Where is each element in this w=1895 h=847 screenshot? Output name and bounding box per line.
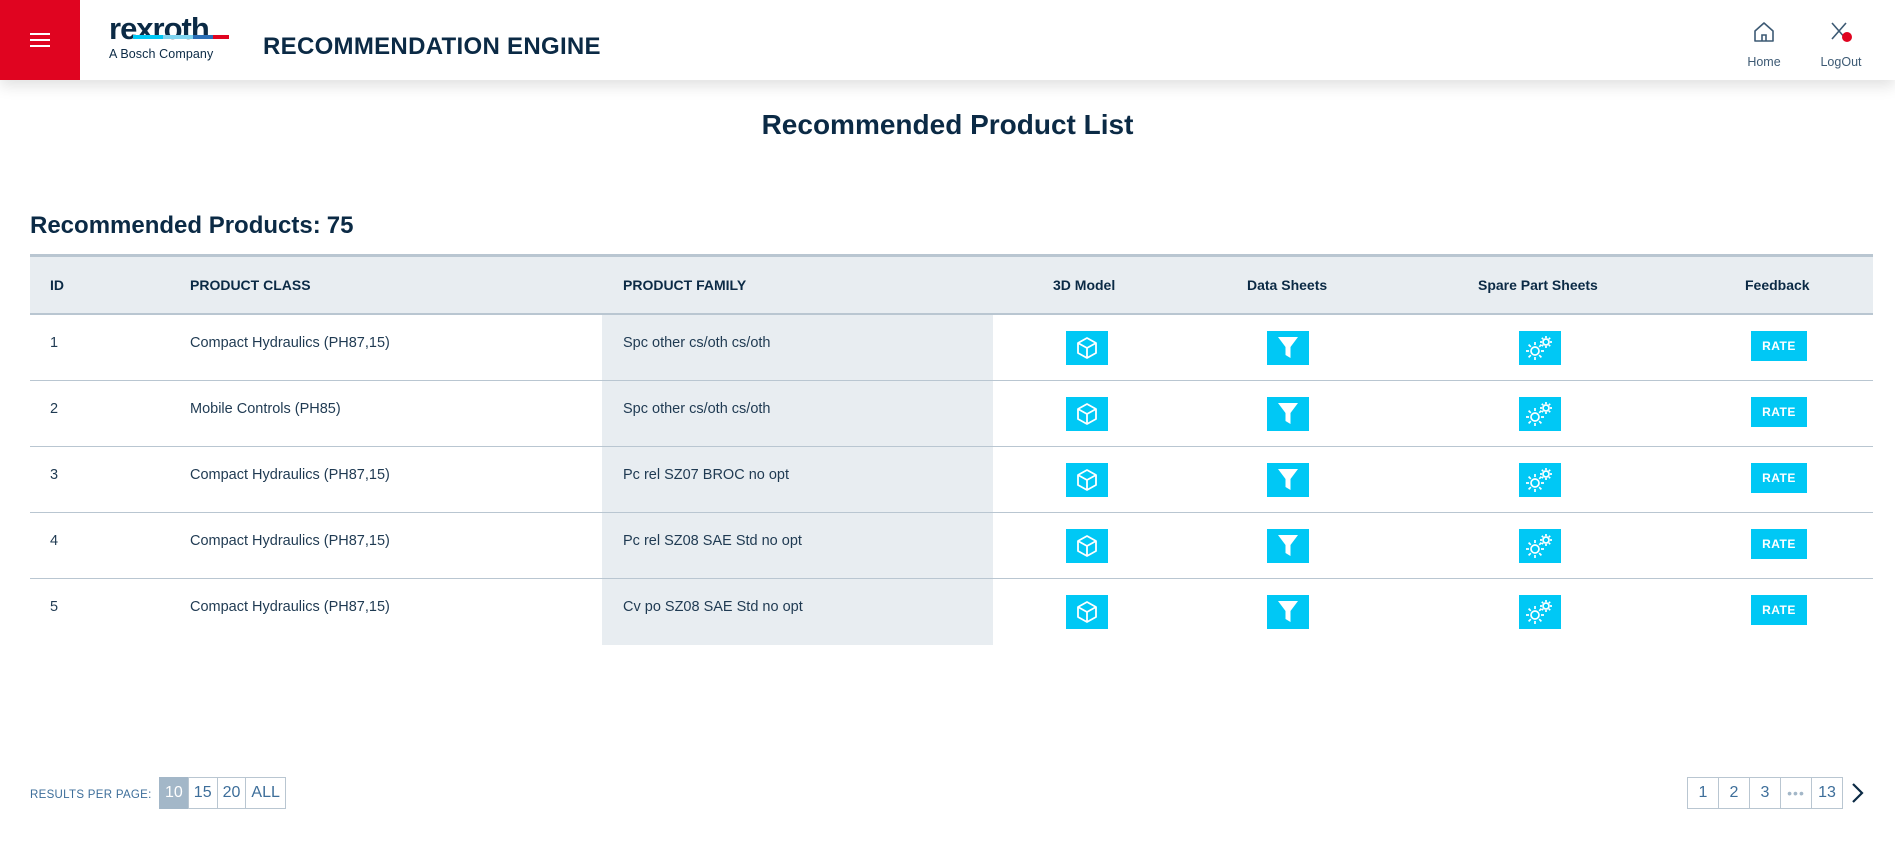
recommended-count: Recommended Products: 75 (30, 212, 353, 240)
recommended-count-label: Recommended Products: (30, 212, 321, 239)
cell-product-class: Compact Hydraulics (PH87,15) (190, 599, 390, 615)
cell-id: 4 (50, 533, 59, 549)
app-title: RECOMMENDATION ENGINE (263, 33, 601, 60)
table-row: 5 Compact Hydraulics (PH87,15) Cv po SZ08 … (30, 579, 1873, 645)
col-header-data-sheets: Data Sheets (1247, 277, 1328, 293)
data-sheet-button[interactable] (1267, 595, 1309, 629)
page-13-button[interactable]: 13 (1811, 777, 1843, 809)
logo-stripe (133, 35, 229, 39)
spare-part-sheet-button[interactable] (1519, 529, 1561, 563)
table-row: 2 Mobile Controls (PH85) Spc other cs/oth … (30, 381, 1873, 447)
page-3-button[interactable]: 3 (1749, 777, 1781, 809)
cube-icon (1075, 402, 1099, 426)
col-header-id[interactable]: ID (50, 277, 64, 293)
cell-id: 1 (50, 335, 59, 351)
funnel-icon (1276, 533, 1300, 559)
funnel-icon (1276, 467, 1300, 493)
page-2-button[interactable]: 2 (1718, 777, 1750, 809)
recommended-count-value: 75 (326, 212, 354, 239)
nav-logout[interactable]: LogOut (1811, 20, 1871, 69)
table-body: 1 Compact Hydraulics (PH87,15) Spc other c… (30, 315, 1873, 645)
3d-model-button[interactable] (1066, 397, 1108, 431)
cell-product-class: Compact Hydraulics (PH87,15) (190, 533, 390, 549)
cube-icon (1075, 468, 1099, 492)
gears-icon (1525, 466, 1555, 494)
chevron-right-icon (1852, 783, 1864, 803)
page-ellipsis: ••• (1780, 777, 1812, 809)
results-per-page-selector: 10 15 20 ALL (159, 777, 286, 809)
next-page-button[interactable] (1847, 780, 1869, 806)
table-header: ID PRODUCT CLASS PRODUCT FAMILY 3D Model… (30, 254, 1873, 315)
rpp-option-15[interactable]: 15 (187, 777, 218, 809)
cube-icon (1075, 600, 1099, 624)
data-sheet-button[interactable] (1267, 463, 1309, 497)
data-sheet-button[interactable] (1267, 397, 1309, 431)
pagination: 1 2 3 ••• 13 (1687, 777, 1843, 809)
page-1-button[interactable]: 1 (1687, 777, 1719, 809)
cell-id: 3 (50, 467, 59, 483)
table-row: 1 Compact Hydraulics (PH87,15) Spc other c… (30, 315, 1873, 381)
spare-part-sheet-button[interactable] (1519, 331, 1561, 365)
cell-product-class: Compact Hydraulics (PH87,15) (190, 335, 390, 351)
rpp-option-all[interactable]: ALL (245, 777, 286, 809)
cell-product-family: Spc other cs/oth cs/oth (623, 401, 771, 417)
cell-product-family: Pc rel SZ08 SAE Std no opt (623, 533, 802, 549)
col-header-3d-model: 3D Model (1053, 277, 1116, 293)
rpp-option-10[interactable]: 10 (159, 777, 189, 809)
rexroth-logo[interactable]: rexroth A Bosch Company (109, 11, 229, 64)
nav-home[interactable]: Home (1734, 20, 1794, 69)
products-table: ID PRODUCT CLASS PRODUCT FAMILY 3D Model… (30, 254, 1873, 645)
app-header: rexroth A Bosch Company RECOMMENDATION E… (0, 0, 1895, 80)
gears-icon (1525, 334, 1555, 362)
cell-product-class: Mobile Controls (PH85) (190, 401, 341, 417)
cell-product-class: Compact Hydraulics (PH87,15) (190, 467, 390, 483)
col-header-feedback: Feedback (1745, 277, 1810, 293)
rate-button[interactable]: RATE (1751, 397, 1807, 427)
cell-product-family: Pc rel SZ07 BROC no opt (623, 467, 790, 483)
data-sheet-button[interactable] (1267, 331, 1309, 365)
rate-button[interactable]: RATE (1751, 595, 1807, 625)
funnel-icon (1276, 401, 1300, 427)
cube-icon (1075, 534, 1099, 558)
col-header-product-family[interactable]: PRODUCT FAMILY (623, 277, 746, 293)
logout-icon (1831, 22, 1852, 42)
rate-button[interactable]: RATE (1751, 463, 1807, 493)
gears-icon (1525, 400, 1555, 428)
rate-button[interactable]: RATE (1751, 529, 1807, 559)
3d-model-button[interactable] (1066, 529, 1108, 563)
home-icon (1754, 22, 1774, 42)
table-row: 4 Compact Hydraulics (PH87,15) Pc rel SZ08… (30, 513, 1873, 579)
funnel-icon (1276, 335, 1300, 361)
cell-product-family: Cv po SZ08 SAE Std no opt (623, 599, 803, 615)
col-header-spare-part-sheets: Spare Part Sheets (1478, 277, 1598, 293)
cell-product-family: Spc other cs/oth cs/oth (623, 335, 771, 351)
menu-button[interactable] (0, 0, 80, 80)
data-sheet-button[interactable] (1267, 529, 1309, 563)
3d-model-button[interactable] (1066, 331, 1108, 365)
cube-icon (1075, 336, 1099, 360)
page-title: Recommended Product List (761, 109, 1134, 140)
gears-icon (1525, 532, 1555, 560)
spare-part-sheet-button[interactable] (1519, 463, 1561, 497)
results-per-page-label: RESULTS PER PAGE: (30, 789, 152, 801)
cell-id: 5 (50, 599, 59, 615)
gears-icon (1525, 598, 1555, 626)
nav-logout-label: LogOut (1820, 55, 1862, 69)
spare-part-sheet-button[interactable] (1519, 595, 1561, 629)
hamburger-icon (30, 32, 50, 48)
cell-id: 2 (50, 401, 59, 417)
logo-wordmark: rexroth (109, 11, 210, 46)
col-header-product-class[interactable]: PRODUCT CLASS (190, 277, 311, 293)
logo-subtitle: A Bosch Company (109, 47, 214, 61)
spare-part-sheet-button[interactable] (1519, 397, 1561, 431)
3d-model-button[interactable] (1066, 463, 1108, 497)
rate-button[interactable]: RATE (1751, 331, 1807, 361)
rpp-option-20[interactable]: 20 (216, 777, 247, 809)
nav-home-label: Home (1747, 55, 1781, 69)
3d-model-button[interactable] (1066, 595, 1108, 629)
funnel-icon (1276, 599, 1300, 625)
table-row: 3 Compact Hydraulics (PH87,15) Pc rel SZ07… (30, 447, 1873, 513)
